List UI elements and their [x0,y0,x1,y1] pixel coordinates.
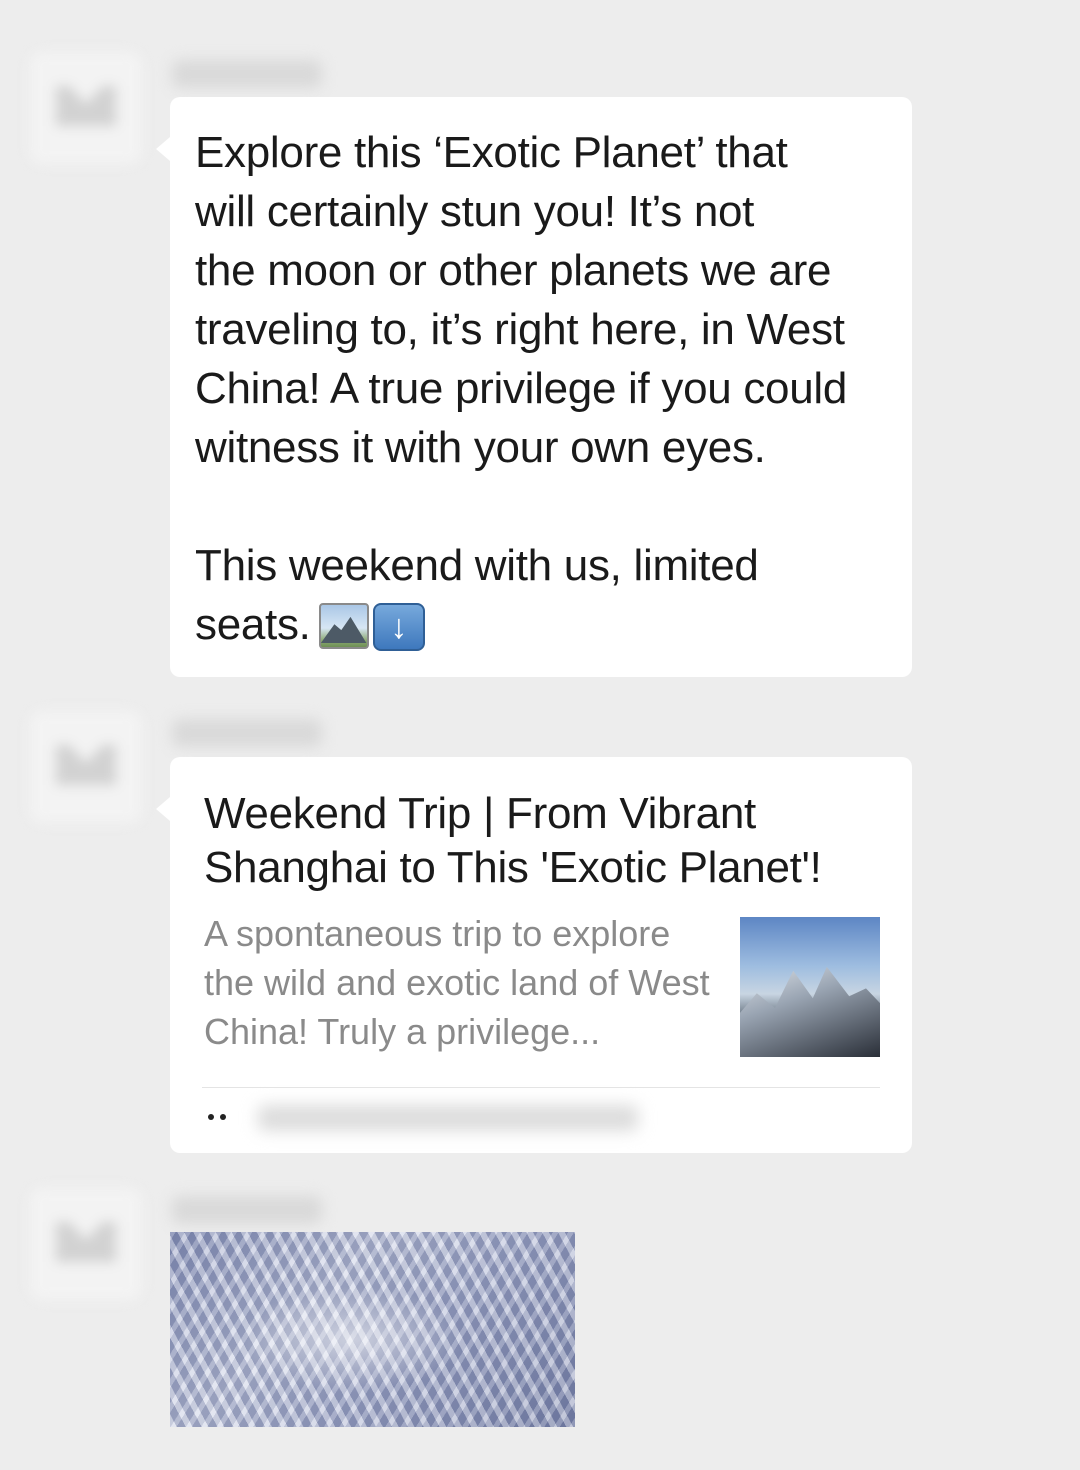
mountain-emoji-icon [318,603,369,650]
image-message[interactable] [170,1232,575,1427]
sender-name-blurred [172,1196,322,1224]
message-line-text: seats. [195,600,311,649]
sender-avatar[interactable] [30,711,142,823]
emoji-group: ↓ [318,603,425,652]
link-card-description: A spontaneous trip to explore the wild a… [204,913,710,1052]
divider [202,1087,880,1088]
down-arrow-emoji-icon: ↓ [372,603,425,652]
message-line: Explore this ‘Exotic Planet’ that [195,128,788,177]
avatar-logo-icon [56,86,116,126]
message-text: Explore this ‘Exotic Planet’ that will c… [195,123,888,654]
message-line: traveling to, it’s right here, in West [195,305,845,354]
link-card-title: Weekend Trip | From Vibrant Shanghai to … [204,789,822,892]
link-card-message[interactable]: Weekend Trip | From Vibrant Shanghai to … [156,757,912,1153]
link-card-thumbnail [740,917,880,1057]
link-card-body: A spontaneous trip to explore the wild a… [204,909,880,1057]
sender-name-blurred [172,60,322,88]
source-name-blurred [258,1105,638,1131]
link-card-source [206,1105,638,1131]
sender-avatar[interactable] [30,1188,142,1300]
message-line: witness it with your own eyes. [195,423,766,472]
message-line: China! A true privilege if you could [195,364,848,413]
message-line: will certainly stun you! It’s not [195,187,755,236]
message-line-last: seats. ↓ [195,595,888,654]
message-line: This weekend with us, limited [195,541,759,590]
avatar-logo-icon [56,745,116,785]
chat-window: Explore this ‘Exotic Planet’ that will c… [0,0,1080,1470]
sender-avatar[interactable] [30,52,142,164]
panda-icon [206,1110,228,1126]
text-message-bubble[interactable]: Explore this ‘Exotic Planet’ that will c… [156,97,912,677]
sender-name-blurred [172,719,322,747]
avatar-logo-icon [56,1222,116,1262]
message-line: the moon or other planets we are [195,246,832,295]
